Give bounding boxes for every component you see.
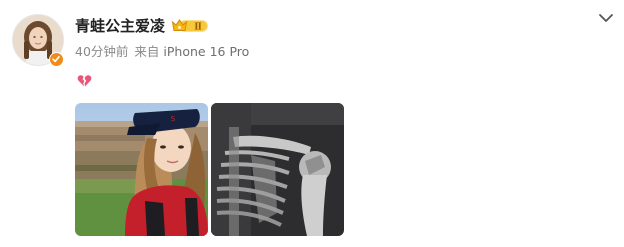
- post-meta: 40分钟前 来自 iPhone 16 Pro: [75, 44, 249, 60]
- post-image-xray[interactable]: [211, 103, 344, 236]
- author-avatar[interactable]: [12, 14, 64, 67]
- author-name[interactable]: 青蛙公主爱凌: [75, 17, 165, 35]
- source-label: 来自: [134, 44, 160, 59]
- post-device: iPhone 16 Pro: [163, 44, 250, 59]
- shoulder-xray: [211, 103, 344, 236]
- chevron-down-icon[interactable]: [597, 10, 615, 24]
- broken-heart-icon: [77, 73, 92, 88]
- badge-level: Ⅱ: [194, 23, 202, 33]
- member-badge-icon[interactable]: Ⅱ: [171, 17, 209, 34]
- svg-text:Ѕ: Ѕ: [171, 115, 176, 123]
- verified-icon: [49, 52, 64, 67]
- post-time[interactable]: 40分钟前: [75, 44, 128, 59]
- post-image-selfie[interactable]: Ѕ: [75, 103, 208, 236]
- selfie-photo: Ѕ: [75, 103, 208, 236]
